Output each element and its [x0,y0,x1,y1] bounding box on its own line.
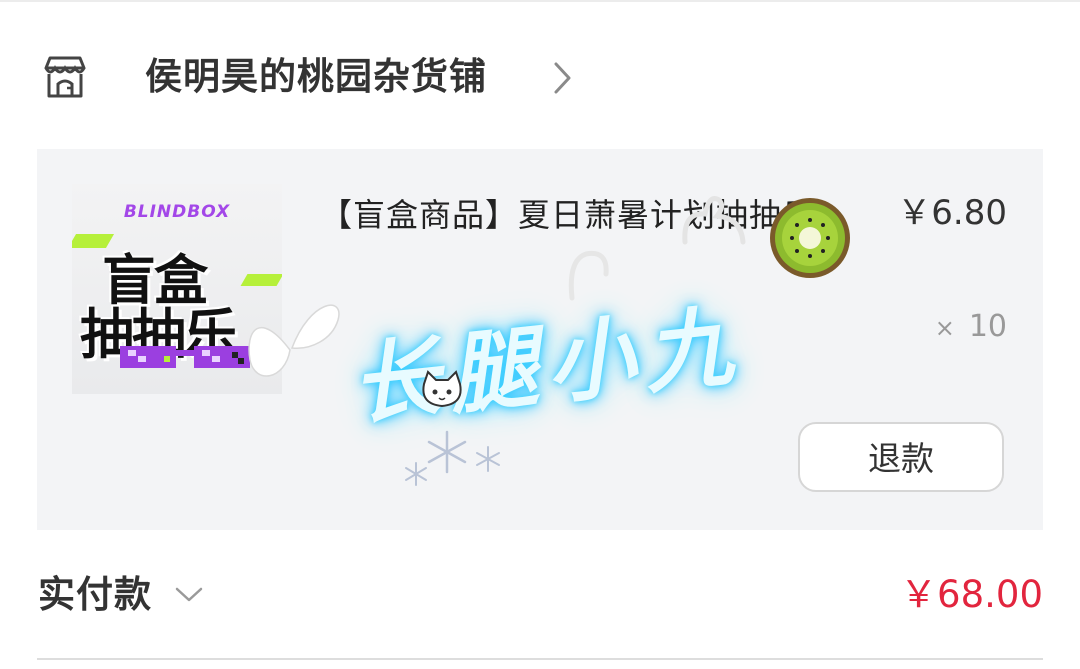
paid-amount-row[interactable]: 实付款 ￥68.00 [0,560,1080,630]
store-header[interactable]: 侯明昊的桃园杂货铺 [0,40,1080,116]
storefront-icon [40,54,90,100]
order-item-card[interactable]: BLINDBOX 盲盒 抽抽乐 【盲盒商品】夏日萧暑计划抽抽乐 ￥6.80 × 1… [37,149,1043,530]
store-name[interactable]: 侯明昊的桃园杂货铺 [145,52,487,102]
chevron-right-icon[interactable] [552,60,574,96]
top-divider [0,0,1080,2]
paid-amount: ￥68.00 [900,573,1043,616]
unit-price: ￥6.80 [897,193,1007,233]
pixel-glasses-icon [120,346,250,368]
quantity-value: 10 [968,309,1007,344]
quantity: × 10 [935,305,1007,349]
product-title[interactable]: 【盲盒商品】夏日萧暑计划抽抽乐 [320,189,820,241]
quantity-symbol: × [934,314,955,342]
paid-label[interactable]: 实付款 [38,570,152,620]
chevron-down-icon[interactable] [174,586,204,604]
bottom-divider [37,658,1043,660]
thumbnail-brand: BLINDBOX [123,202,231,222]
product-thumbnail[interactable]: BLINDBOX 盲盒 抽抽乐 [72,184,282,394]
refund-button[interactable]: 退款 [798,422,1004,492]
